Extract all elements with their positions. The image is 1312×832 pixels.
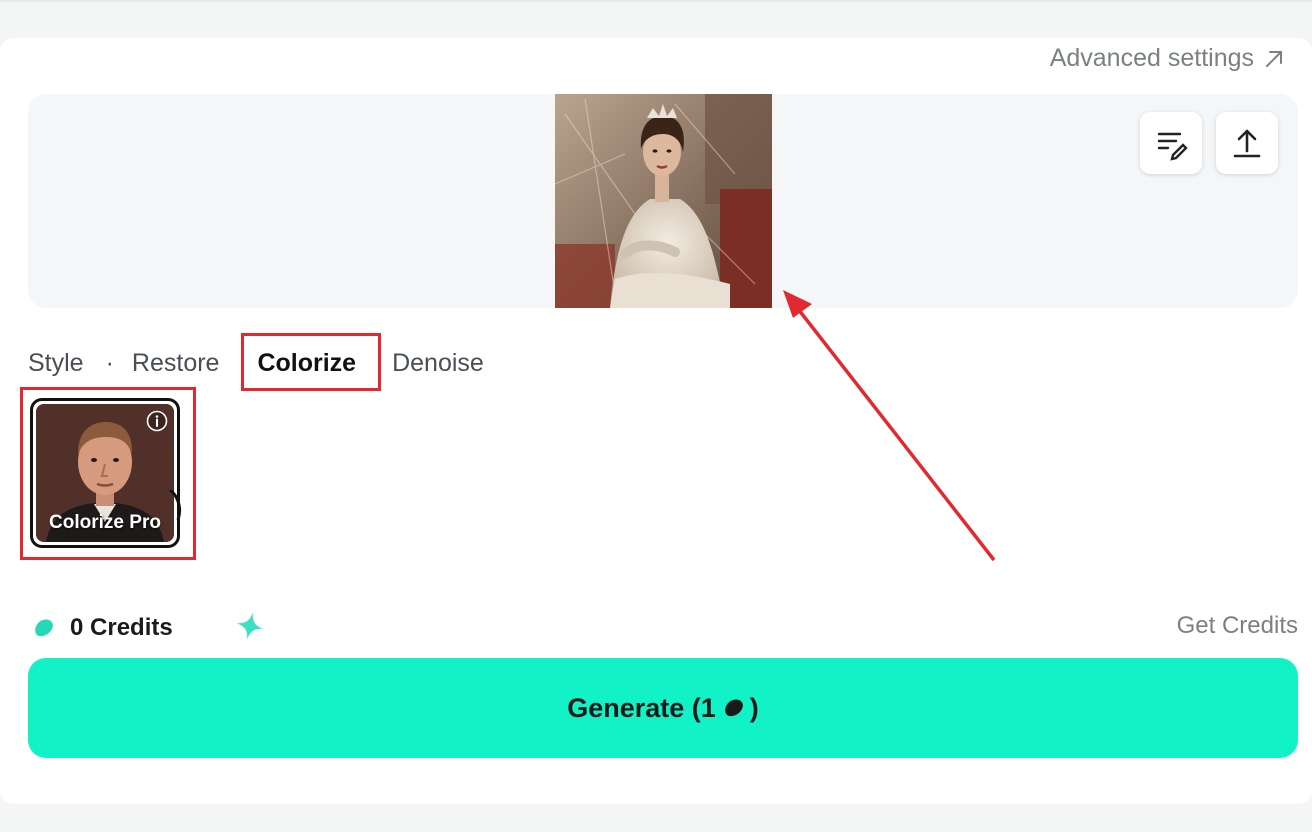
upload-icon xyxy=(1233,129,1261,158)
tab-separator: · xyxy=(105,348,114,377)
arrow-up-right-icon xyxy=(1266,50,1282,67)
upload-button[interactable] xyxy=(1216,112,1278,174)
credits-label: 0 Credits xyxy=(70,614,173,641)
generate-label: Generate (1 xyxy=(567,692,716,723)
generate-button[interactable]: Generate (1 ) xyxy=(28,658,1298,758)
sparkle-icon[interactable] xyxy=(234,610,266,642)
tab-restore[interactable]: Restore xyxy=(132,349,220,378)
edit-list-icon xyxy=(1157,132,1188,161)
advanced-settings-link[interactable]: Advanced settings xyxy=(1050,44,1286,73)
advanced-settings-label: Advanced settings xyxy=(1049,44,1254,72)
colorize-tab-highlight xyxy=(241,333,381,391)
top-divider xyxy=(0,0,1312,2)
bean-icon xyxy=(35,619,53,637)
page: Advanced settings Style · Restore Colori… xyxy=(0,0,1312,832)
bean-icon xyxy=(724,699,743,717)
model-card-highlight xyxy=(20,387,196,560)
tab-denoise[interactable]: Denoise xyxy=(392,349,484,378)
edit-prompt-button[interactable] xyxy=(1140,112,1202,174)
uploaded-photo xyxy=(555,94,772,308)
generate-suffix: ) xyxy=(749,692,759,723)
get-credits-link[interactable]: Get Credits xyxy=(1177,612,1298,640)
tab-style[interactable]: Style xyxy=(28,349,84,378)
credits-balance: 0 Credits xyxy=(32,610,173,646)
